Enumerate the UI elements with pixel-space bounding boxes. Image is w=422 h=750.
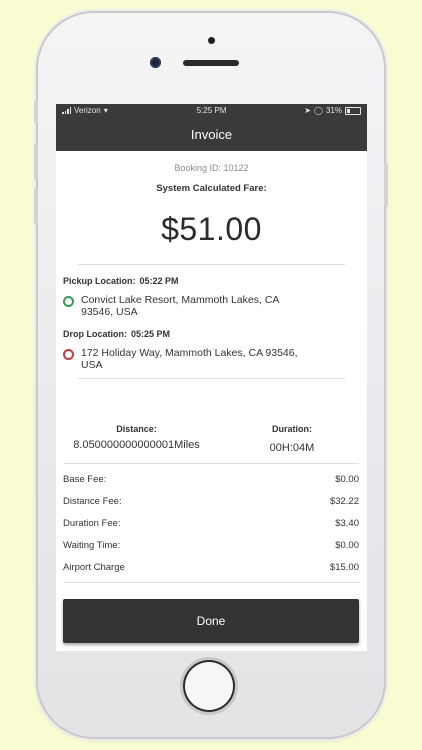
duration-label: Duration: [272,424,312,434]
fee-label: Waiting Time: [63,539,121,551]
divider [78,264,345,265]
fee-value: $3.40 [335,517,359,529]
app-screen: Verizon ▾ 5:25 PM ➤ ◯ 31% Invoice Bookin… [56,104,367,651]
divider [64,463,359,464]
divider [64,582,359,583]
fee-label: Airport Charge [63,561,125,573]
fare-label: System Calculated Fare: [156,183,267,194]
nav-bar: Invoice [56,118,367,151]
trip-stats: Distance: 8.050000000000001Miles Duratio… [56,424,367,454]
volume-down-button [34,189,38,225]
earpiece-speaker [183,60,239,66]
fare-amount: $51.00 [161,211,262,247]
duration-value: 00H:04M [269,442,315,454]
fee-row-waiting: Waiting Time: $0.00 [56,534,367,556]
drop-heading: Drop Location: 05:25 PM [63,329,367,339]
fee-row-airport: Airport Charge $15.00 [56,556,367,578]
fee-row-base: Base Fee: $0.00 [56,468,367,490]
fee-label: Distance Fee: [63,495,122,507]
distance-value: 8.050000000000001Miles [73,439,200,451]
distance-label: Distance: [116,424,157,434]
battery-percent: 31% [325,106,342,115]
pickup-heading: Pickup Location: 05:22 PM [63,276,367,286]
fee-value: $0.00 [335,473,359,485]
drop-address: 172 Holiday Way, Mammoth Lakes, CA 93546… [81,347,298,371]
phone-frame: Verizon ▾ 5:25 PM ➤ ◯ 31% Invoice Bookin… [34,13,388,737]
front-camera [150,57,161,68]
status-bar: Verizon ▾ 5:25 PM ➤ ◯ 31% [56,104,367,118]
fee-row-distance: Distance Fee: $32.22 [56,490,367,512]
invoice-content: Booking ID: 10122 System Calculated Fare… [56,163,367,583]
fee-row-duration: Duration Fee: $3.40 [56,512,367,534]
fee-value: $0.00 [335,539,359,551]
pickup-marker-icon [63,296,74,307]
battery-icon [345,106,361,115]
duration-stat: Duration: 00H:04M [217,424,367,454]
location-arrow-icon: ➤ [304,106,312,115]
divider [78,378,345,379]
booking-id: Booking ID: 10122 [174,163,249,173]
power-button [384,163,388,207]
page-title: Invoice [190,127,233,142]
pickup-address: Convict Lake Resort, Mammoth Lakes, CA 9… [81,294,279,318]
proximity-sensor [208,37,215,44]
home-button[interactable] [183,660,235,712]
fee-label: Duration Fee: [63,517,121,529]
drop-time: 05:25 PM [131,329,171,339]
distance-stat: Distance: 8.050000000000001Miles [56,424,217,454]
pickup-label: Pickup Location: [63,276,136,286]
fee-value: $15.00 [329,561,359,573]
fee-label: Base Fee: [63,473,107,485]
pickup-time: 05:22 PM [139,276,179,286]
drop-label: Drop Location: [63,329,127,339]
pickup-location: Convict Lake Resort, Mammoth Lakes, CA 9… [63,294,367,318]
fee-list: Base Fee: $0.00 Distance Fee: $32.22 Dur… [56,468,367,578]
headphones-icon: ◯ [314,106,323,115]
drop-location: 172 Holiday Way, Mammoth Lakes, CA 93546… [63,347,367,371]
done-button[interactable]: Done [63,599,359,643]
drop-marker-icon [63,349,74,360]
fee-value: $32.22 [329,495,359,507]
volume-up-button [34,143,38,179]
mute-switch [34,101,38,123]
